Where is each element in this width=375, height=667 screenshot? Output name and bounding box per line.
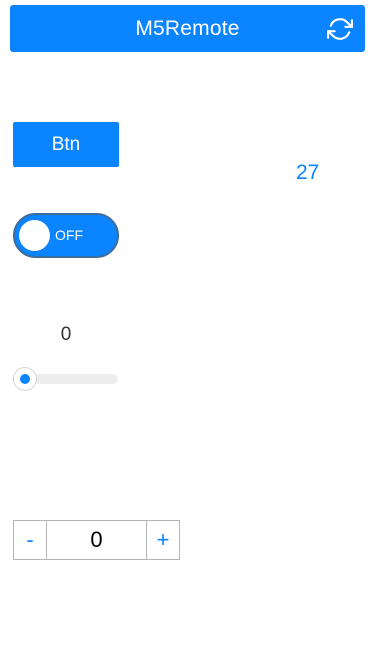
toggle-knob (19, 220, 50, 251)
refresh-icon[interactable] (327, 16, 353, 42)
toggle-switch[interactable]: OFF (13, 213, 119, 258)
toggle-label: OFF (55, 227, 83, 243)
quantity-stepper: - + (13, 520, 180, 560)
slider-handle[interactable] (13, 367, 37, 391)
app-title: M5Remote (135, 16, 240, 40)
btn-button[interactable]: Btn (13, 122, 119, 167)
slider-value: 0 (60, 324, 72, 345)
decrement-button[interactable]: - (14, 521, 47, 559)
stepper-input[interactable] (47, 521, 146, 559)
display-value: 27 (296, 161, 320, 184)
app-header: M5Remote (10, 5, 365, 52)
increment-button[interactable]: + (146, 521, 179, 559)
